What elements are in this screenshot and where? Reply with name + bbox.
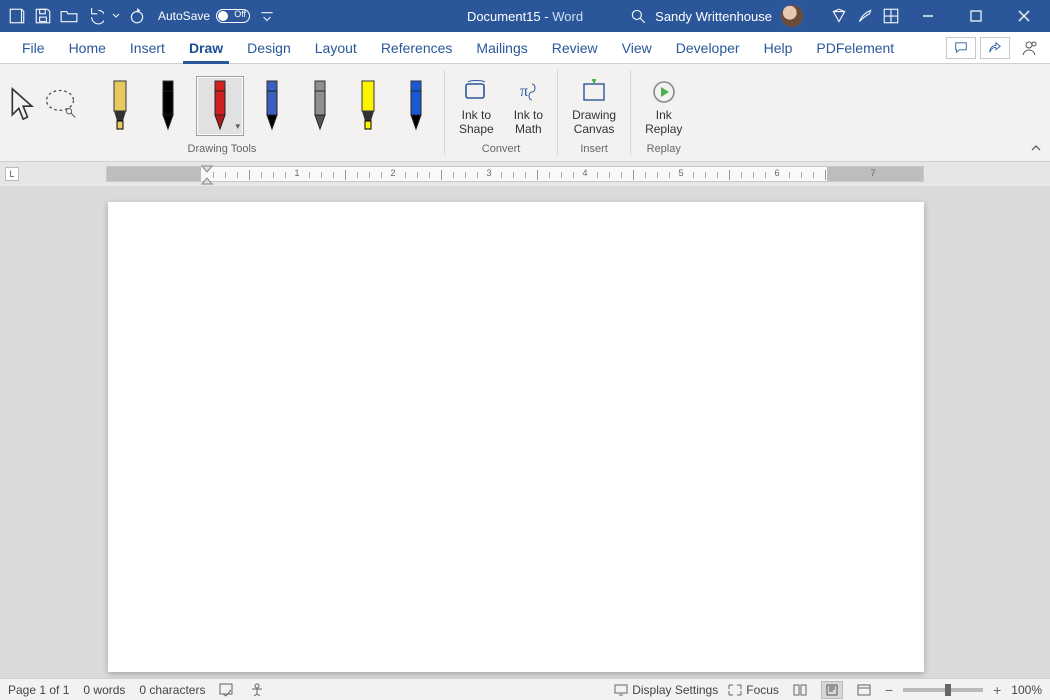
ruler-number: 7 — [870, 168, 875, 178]
search-icon[interactable] — [629, 7, 647, 25]
ink-to-shape-button[interactable]: Ink toShape — [453, 76, 500, 136]
app-name: Word — [552, 9, 583, 24]
zoom-in-button[interactable]: + — [993, 682, 1001, 698]
document-workspace — [0, 186, 1050, 678]
tab-pdfelement[interactable]: PDFelement — [804, 32, 906, 63]
tab-view[interactable]: View — [610, 32, 664, 63]
document-name: Document15 — [467, 9, 541, 24]
title-bar: AutoSave Off Document15 - Word Sandy Wri… — [0, 0, 1050, 32]
user-name[interactable]: Sandy Writtenhouse — [655, 9, 772, 24]
tab-home[interactable]: Home — [57, 32, 118, 63]
horizontal-ruler[interactable]: 1 2 3 4 5 6 7 — [106, 166, 924, 182]
autosave-off-label: Off — [234, 9, 246, 19]
ruler-number: 1 — [294, 168, 299, 178]
select-tool[interactable] — [8, 86, 34, 125]
web-layout-button[interactable] — [853, 681, 875, 699]
undo-dropdown-icon[interactable] — [112, 7, 120, 25]
indent-marker[interactable] — [201, 165, 213, 188]
group-insert: DrawingCanvas Insert — [558, 64, 630, 161]
zoom-level[interactable]: 100% — [1011, 683, 1042, 697]
svg-text:π: π — [520, 83, 528, 100]
pencil-yellow-tool[interactable] — [100, 76, 140, 136]
tab-references[interactable]: References — [369, 32, 465, 63]
status-words[interactable]: 0 words — [83, 683, 125, 697]
account-icon[interactable] — [1014, 40, 1044, 56]
pen-galaxy-tool[interactable] — [252, 76, 292, 136]
pen-gray-tool[interactable] — [300, 76, 340, 136]
pen-red-tool[interactable]: ▾ — [196, 76, 244, 136]
tab-insert[interactable]: Insert — [118, 32, 177, 63]
comments-button[interactable] — [946, 37, 976, 59]
ribbon: ▾ Drawing Tools Ink toShape π Ink toMath — [0, 64, 1050, 162]
status-bar: Page 1 of 1 0 words 0 characters Display… — [0, 678, 1050, 700]
read-mode-button[interactable] — [789, 681, 811, 699]
ink-replay-button[interactable]: InkReplay — [639, 76, 688, 136]
ruler-number: 5 — [678, 168, 683, 178]
group-label-drawing-tools: Drawing Tools — [188, 143, 257, 159]
ruler-number: 6 — [774, 168, 779, 178]
tab-help[interactable]: Help — [752, 32, 805, 63]
document-page[interactable] — [108, 202, 924, 672]
tab-design[interactable]: Design — [235, 32, 303, 63]
autosave-pin-icon[interactable] — [8, 7, 26, 25]
ruler-area: L 1 2 3 4 5 6 7 — [0, 162, 1050, 186]
tab-file[interactable]: File — [10, 32, 57, 63]
tab-developer[interactable]: Developer — [664, 32, 752, 63]
accessibility-icon[interactable] — [249, 683, 265, 697]
tab-mailings[interactable]: Mailings — [464, 32, 539, 63]
quick-access-toolbar: AutoSave Off — [0, 7, 276, 25]
ruler-number: 4 — [582, 168, 587, 178]
drawing-canvas-button[interactable]: DrawingCanvas — [566, 76, 622, 136]
collapse-ribbon-icon[interactable] — [1030, 142, 1042, 157]
print-layout-button[interactable] — [821, 681, 843, 699]
save-icon[interactable] — [34, 7, 52, 25]
user-avatar[interactable] — [780, 4, 804, 28]
title-bar-right: Sandy Writtenhouse — [629, 0, 1050, 32]
maximize-button[interactable] — [956, 0, 996, 32]
pen-black-tool[interactable] — [148, 76, 188, 136]
customize-qat-icon[interactable] — [258, 7, 276, 25]
ruler-number: 3 — [486, 168, 491, 178]
undo-icon[interactable] — [86, 7, 104, 25]
status-page[interactable]: Page 1 of 1 — [8, 683, 69, 697]
tab-layout[interactable]: Layout — [303, 32, 369, 63]
highlighter-yellow-tool[interactable] — [348, 76, 388, 136]
brush-icon[interactable] — [856, 7, 874, 25]
close-button[interactable] — [1004, 0, 1044, 32]
minimize-button[interactable] — [908, 0, 948, 32]
autosave-toggle[interactable]: AutoSave Off — [158, 9, 250, 23]
repeat-icon[interactable] — [128, 7, 146, 25]
grid-icon[interactable] — [882, 7, 900, 25]
zoom-out-button[interactable]: − — [885, 682, 893, 698]
share-button[interactable] — [980, 37, 1010, 59]
group-label-convert: Convert — [482, 143, 521, 159]
lasso-select-tool[interactable] — [42, 86, 78, 125]
group-label-insert: Insert — [580, 143, 608, 159]
ruler-number: 2 — [390, 168, 395, 178]
zoom-slider[interactable] — [903, 688, 983, 692]
focus-button[interactable]: Focus — [728, 683, 779, 697]
ribbon-tabs: FileHomeInsertDrawDesignLayoutReferences… — [0, 32, 1050, 64]
ink-to-math-button[interactable]: π Ink toMath — [508, 76, 549, 136]
display-settings-button[interactable]: Display Settings — [614, 683, 718, 697]
open-icon[interactable] — [60, 7, 78, 25]
autosave-label: AutoSave — [158, 9, 210, 23]
group-replay: InkReplay Replay — [631, 64, 696, 161]
tab-review[interactable]: Review — [540, 32, 610, 63]
status-chars[interactable]: 0 characters — [139, 683, 205, 697]
group-drawing-tools: ▾ Drawing Tools — [0, 64, 444, 161]
group-label-replay: Replay — [647, 143, 681, 159]
diamond-icon[interactable] — [830, 7, 848, 25]
group-convert: Ink toShape π Ink toMath Convert — [445, 64, 557, 161]
pen-blue-sparkle-tool[interactable] — [396, 76, 436, 136]
tab-selector[interactable]: L — [5, 167, 19, 181]
tab-draw[interactable]: Draw — [177, 32, 235, 63]
spellcheck-icon[interactable] — [219, 683, 235, 697]
autosave-switch[interactable]: Off — [216, 9, 250, 23]
